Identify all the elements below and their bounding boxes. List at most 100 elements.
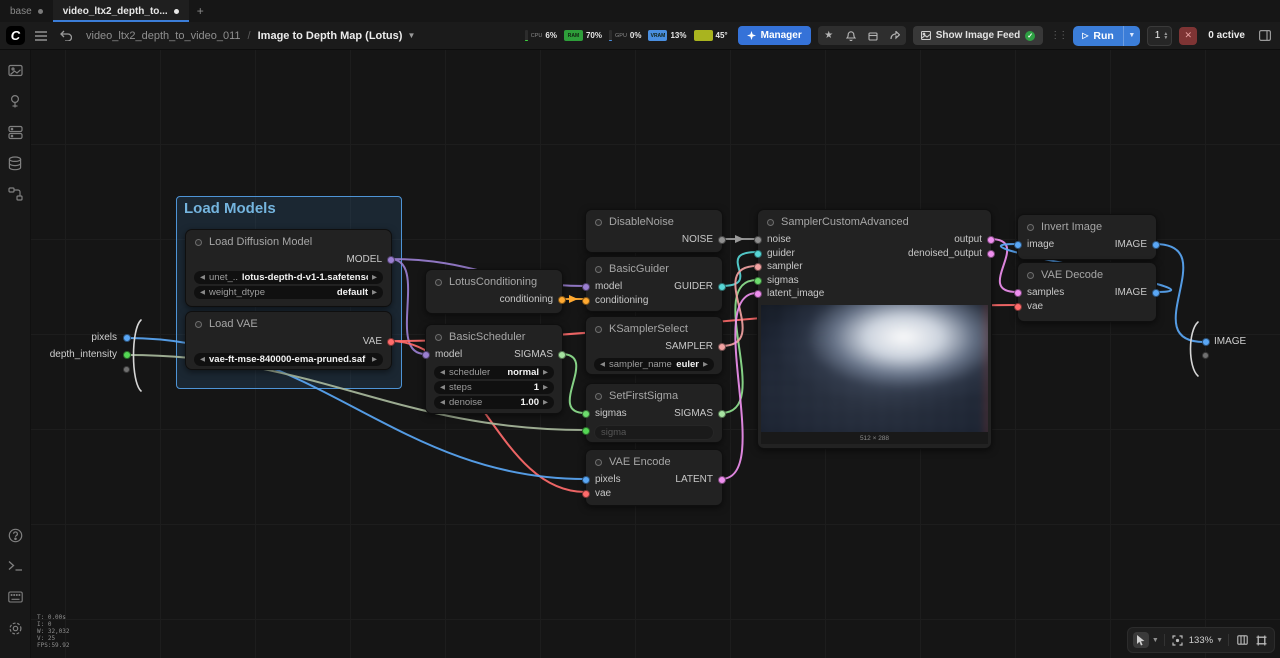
run-options-chevron[interactable]: ▼ bbox=[1123, 26, 1140, 46]
collapse-dot-icon[interactable] bbox=[595, 266, 602, 273]
io-output-slot[interactable] bbox=[1202, 352, 1209, 359]
output-slot-SAMPLER[interactable] bbox=[718, 343, 726, 351]
select-tool-button[interactable] bbox=[1133, 632, 1149, 648]
combo-right-arrow-icon[interactable]: ▶ bbox=[543, 368, 548, 376]
bell-icon[interactable] bbox=[840, 26, 862, 45]
combo-left-arrow-icon[interactable]: ◀ bbox=[440, 368, 445, 376]
output-slot-SIGMAS[interactable] bbox=[558, 351, 566, 359]
menu-hamburger-icon[interactable] bbox=[32, 27, 50, 45]
widget-input-slot[interactable] bbox=[582, 427, 590, 435]
node-library-icon[interactable] bbox=[4, 121, 26, 143]
input-slot-conditioning[interactable] bbox=[582, 297, 590, 305]
collapse-dot-icon[interactable] bbox=[195, 239, 202, 246]
tool-chevron-icon[interactable]: ▼ bbox=[1152, 637, 1159, 644]
fit-view-icon[interactable] bbox=[1170, 632, 1186, 648]
combo-right-arrow-icon[interactable]: ▶ bbox=[703, 360, 708, 368]
input-slot-image[interactable] bbox=[1014, 241, 1022, 249]
link[interactable] bbox=[721, 252, 757, 286]
link[interactable] bbox=[721, 293, 757, 479]
widget-sampler_name[interactable]: ◀sampler_nameeuler▶ bbox=[594, 358, 714, 371]
node-disable-noise[interactable]: DisableNoiseNOISE bbox=[585, 209, 723, 253]
node-lotus-conditioning[interactable]: LotusConditioningconditioning bbox=[425, 269, 563, 314]
canvas[interactable]: Load Modelspixelsdepth_intensityIMAGELoa… bbox=[0, 0, 1280, 658]
input-slot-sampler[interactable] bbox=[754, 263, 762, 271]
collapse-dot-icon[interactable] bbox=[435, 334, 442, 341]
queue-icon[interactable] bbox=[4, 59, 26, 81]
shortcuts-icon[interactable] bbox=[4, 586, 26, 608]
assets-icon[interactable] bbox=[4, 90, 26, 112]
input-slot-noise[interactable] bbox=[754, 236, 762, 244]
node-invert-image[interactable]: Invert ImageimageIMAGE bbox=[1017, 214, 1157, 260]
io-input-slot[interactable] bbox=[123, 334, 131, 342]
combo-left-arrow-icon[interactable]: ◀ bbox=[200, 355, 205, 363]
breadcrumb-workflow[interactable]: video_ltx2_depth_to_video_011 bbox=[86, 30, 241, 42]
collapse-dot-icon[interactable] bbox=[195, 321, 202, 328]
input-slot-model[interactable] bbox=[582, 283, 590, 291]
widget-steps[interactable]: ◀steps1▶ bbox=[434, 381, 554, 394]
widget-sigma[interactable]: sigma bbox=[594, 425, 714, 440]
node-basic-scheduler[interactable]: BasicSchedulermodelSIGMAS◀schedulernorma… bbox=[425, 324, 563, 414]
collapse-dot-icon[interactable] bbox=[1027, 224, 1034, 231]
node-sampler-custom-advanced[interactable]: SamplerCustomAdvancednoiseguidersamplers… bbox=[757, 209, 992, 449]
input-slot-samples[interactable] bbox=[1014, 289, 1022, 297]
toggle-links-icon[interactable] bbox=[1253, 632, 1269, 648]
minimap-icon[interactable] bbox=[1234, 632, 1250, 648]
output-slot-MODEL[interactable] bbox=[387, 256, 395, 264]
output-slot-VAE[interactable] bbox=[387, 338, 395, 346]
show-image-feed-button[interactable]: Show Image Feed ✓ bbox=[913, 26, 1043, 45]
share-icon[interactable] bbox=[884, 26, 906, 45]
link[interactable] bbox=[721, 266, 757, 346]
input-slot-pixels[interactable] bbox=[582, 476, 590, 484]
combo-right-arrow-icon[interactable]: ▶ bbox=[372, 355, 377, 363]
node-load-vae[interactable]: Load VAEVAE◀vae-ft-mse-840000-ema-pruned… bbox=[185, 311, 392, 370]
io-input-slot[interactable] bbox=[123, 366, 130, 373]
preview-image[interactable] bbox=[761, 305, 988, 433]
widget-value[interactable]: ◀vae-ft-mse-840000-ema-pruned.saf ...▶ bbox=[194, 353, 383, 366]
collapse-dot-icon[interactable] bbox=[595, 393, 602, 400]
combo-right-arrow-icon[interactable]: ▶ bbox=[543, 383, 548, 391]
workflows-icon[interactable] bbox=[4, 183, 26, 205]
settings-gear-icon[interactable] bbox=[4, 617, 26, 639]
output-slot-denoised_output[interactable] bbox=[987, 250, 995, 258]
output-slot-output[interactable] bbox=[987, 236, 995, 244]
node-set-first-sigma[interactable]: SetFirstSigmasigmasSIGMASsigma bbox=[585, 383, 723, 443]
input-slot-vae[interactable] bbox=[582, 490, 590, 498]
terminal-icon[interactable] bbox=[4, 555, 26, 577]
input-slot-sigmas[interactable] bbox=[582, 410, 590, 418]
combo-left-arrow-icon[interactable]: ◀ bbox=[600, 360, 605, 368]
widget-scheduler[interactable]: ◀schedulernormal▶ bbox=[434, 366, 554, 379]
link[interactable] bbox=[561, 354, 585, 413]
stepper-carets-icon[interactable]: ▲▼ bbox=[1163, 32, 1168, 40]
toggle-panel-icon[interactable] bbox=[1256, 27, 1274, 45]
node-ksampler-select[interactable]: KSamplerSelectSAMPLER◀sampler_nameeuler▶ bbox=[585, 316, 723, 375]
collapse-dot-icon[interactable] bbox=[595, 326, 602, 333]
widget-weight_dtype[interactable]: ◀weight_dtypedefault▶ bbox=[194, 286, 383, 299]
package-icon[interactable] bbox=[862, 26, 884, 45]
input-slot-guider[interactable] bbox=[754, 250, 762, 258]
undo-icon[interactable] bbox=[57, 27, 75, 45]
tab-video-ltx2[interactable]: video_ltx2_depth_to... bbox=[53, 0, 189, 22]
tab-base[interactable]: base bbox=[0, 0, 53, 22]
help-icon[interactable] bbox=[4, 524, 26, 546]
io-input-slot[interactable] bbox=[123, 351, 131, 359]
combo-left-arrow-icon[interactable]: ◀ bbox=[200, 288, 205, 296]
node-basic-guider[interactable]: BasicGuidermodelconditioningGUIDER bbox=[585, 256, 723, 312]
combo-left-arrow-icon[interactable]: ◀ bbox=[440, 398, 445, 406]
combo-right-arrow-icon[interactable]: ▶ bbox=[372, 273, 377, 281]
input-slot-model[interactable] bbox=[422, 351, 430, 359]
collapse-dot-icon[interactable] bbox=[435, 279, 442, 286]
output-slot-SIGMAS[interactable] bbox=[718, 410, 726, 418]
widget-denoise[interactable]: ◀denoise1.00▶ bbox=[434, 396, 554, 409]
node-vae-decode[interactable]: VAE DecodesamplesvaeIMAGE bbox=[1017, 262, 1157, 322]
zoom-level-label[interactable]: 133% bbox=[1189, 635, 1213, 646]
node-load-diffusion-model[interactable]: Load Diffusion ModelMODEL◀unet_...lotus-… bbox=[185, 229, 392, 307]
zoom-chevron-icon[interactable]: ▼ bbox=[1216, 637, 1223, 644]
model-library-icon[interactable] bbox=[4, 152, 26, 174]
collapse-dot-icon[interactable] bbox=[767, 219, 774, 226]
output-slot-LATENT[interactable] bbox=[718, 476, 726, 484]
output-slot-conditioning[interactable] bbox=[558, 296, 566, 304]
input-slot-vae[interactable] bbox=[1014, 303, 1022, 311]
collapse-dot-icon[interactable] bbox=[595, 459, 602, 466]
new-tab-button[interactable]: + bbox=[189, 0, 212, 22]
link[interactable] bbox=[721, 280, 757, 413]
